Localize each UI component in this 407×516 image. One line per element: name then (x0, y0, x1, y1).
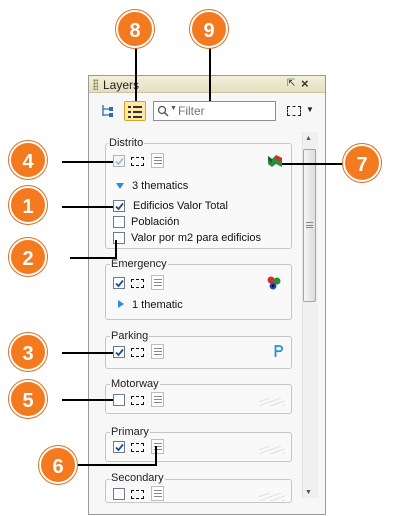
group-visibility-checkbox[interactable] (113, 346, 125, 358)
group-legend-icon[interactable] (151, 439, 164, 454)
layer-checkbox-poblacion[interactable] (113, 216, 125, 228)
legend-list-icon (128, 106, 142, 118)
parking-symbol-icon (274, 345, 283, 357)
thematics-count-label[interactable]: 1 thematic (132, 299, 183, 311)
callout-leader-3 (62, 352, 113, 354)
tree-view-icon[interactable] (100, 104, 114, 118)
group-selectable-icon[interactable] (131, 348, 144, 357)
scroll-up-arrow-icon[interactable]: ▲ (305, 135, 312, 142)
point-symbols-icon (267, 276, 281, 290)
group-legend-icon[interactable] (151, 392, 164, 407)
group-legend-icon[interactable] (151, 344, 164, 359)
callout-1: 1 (9, 186, 47, 224)
callout-leader-6a (75, 464, 157, 466)
group-legend-icon[interactable] (151, 153, 164, 168)
callout-leader-9 (209, 48, 211, 101)
callout-leader-7 (282, 163, 346, 165)
selection-tool-icon[interactable] (287, 106, 301, 116)
search-icon[interactable] (157, 105, 169, 117)
group-legend-icon[interactable] (151, 275, 164, 290)
line-style-swatch (259, 398, 285, 406)
layer-group-title: Primary (110, 426, 150, 438)
scroll-down-arrow-icon[interactable]: ▼ (305, 489, 312, 496)
scroll-grip-line (306, 225, 313, 226)
layer-label-edificios: Edificios Valor Total (133, 200, 228, 212)
group-visibility-checkbox[interactable] (113, 394, 125, 406)
layer-group-title: Motorway (110, 378, 160, 390)
callout-leader-2a (70, 257, 116, 259)
callout-leader-6b (155, 446, 157, 466)
filter-input[interactable] (178, 102, 273, 120)
pin-icon[interactable]: ⇱ (287, 78, 295, 89)
callout-6: 6 (39, 446, 77, 484)
close-icon[interactable]: × (301, 76, 309, 91)
group-visibility-checkbox[interactable] (113, 441, 125, 453)
callout-3: 3 (9, 333, 47, 371)
layer-label-poblacion: Población (131, 216, 180, 228)
callout-leader-5 (62, 399, 113, 401)
expand-triangle-down-icon[interactable] (116, 183, 124, 189)
group-selectable-icon[interactable] (131, 490, 144, 499)
layer-group-title: Distrito (108, 137, 145, 149)
group-visibility-checkbox[interactable] (113, 277, 125, 289)
group-selectable-icon[interactable] (131, 443, 144, 452)
selection-tool-dropdown-icon[interactable]: ▼ (306, 105, 314, 114)
thematic-map-icon (268, 155, 282, 167)
group-selectable-icon[interactable] (131, 157, 144, 166)
panel-title: Layers (103, 78, 140, 92)
legend-view-button[interactable] (124, 101, 146, 121)
layer-group-title: Parking (110, 330, 150, 342)
layer-checkbox-edificios[interactable] (113, 200, 125, 212)
callout-9: 9 (190, 10, 228, 48)
group-selectable-icon[interactable] (131, 396, 144, 405)
group-visibility-checkbox[interactable] (113, 488, 125, 500)
group-legend-icon[interactable] (151, 486, 164, 501)
callout-leader-4 (62, 161, 113, 163)
callout-7: 7 (343, 144, 381, 182)
layer-group-emergency (105, 264, 292, 320)
chevron-down-icon[interactable]: ▼ (170, 105, 177, 112)
thematics-count-label[interactable]: 3 thematics (132, 180, 188, 192)
callout-leader-1 (62, 206, 113, 208)
callout-8: 8 (116, 10, 154, 48)
callout-4: 4 (9, 141, 47, 179)
drag-grip-icon[interactable] (93, 79, 98, 90)
layer-group-title: Secondary (110, 472, 165, 484)
callout-leader-2b (115, 240, 117, 259)
callout-leader-8 (135, 48, 137, 101)
layer-label-valor-m2: Valor por m2 para edificios (131, 232, 262, 244)
expand-triangle-right-icon[interactable] (118, 300, 124, 308)
group-selectable-icon[interactable] (131, 279, 144, 288)
line-style-swatch (259, 446, 285, 454)
layer-group-title: Emergency (110, 258, 168, 270)
group-visibility-checkbox[interactable] (113, 155, 125, 167)
callout-2: 2 (9, 238, 47, 276)
callout-5: 5 (9, 380, 47, 418)
line-style-swatch (259, 493, 285, 501)
